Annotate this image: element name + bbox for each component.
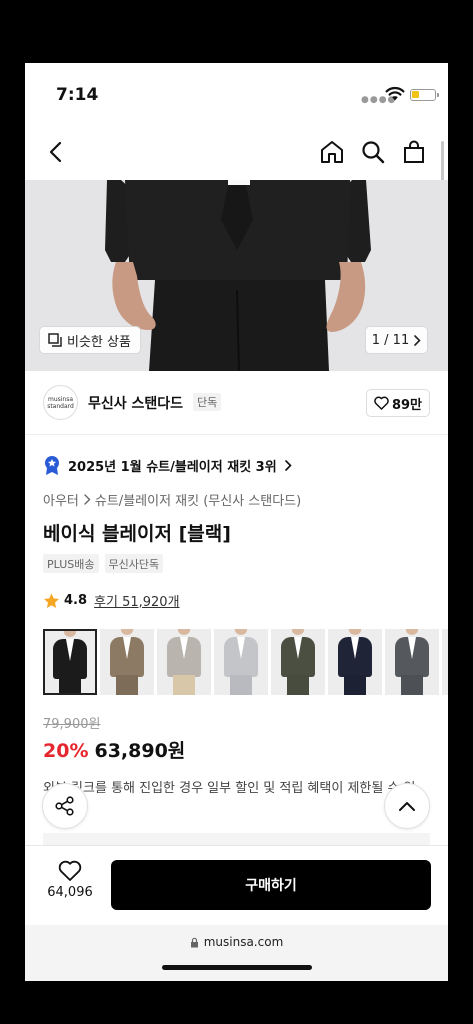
cart-button[interactable] (397, 135, 431, 169)
chevron-right-icon (84, 493, 91, 505)
share-button[interactable] (42, 783, 88, 829)
brand-row: musinsa standard 무신사 스탠다드 단독 89만 (25, 371, 448, 435)
brand-logo[interactable]: musinsa standard (43, 385, 78, 420)
ranking-link[interactable]: 2025년 1월 슈트/블레이저 재킷 3위 (43, 453, 292, 477)
wish-count: 64,096 (47, 885, 93, 900)
search-button[interactable] (356, 135, 390, 169)
rating-value: 4.8 (64, 593, 88, 608)
tag-exclusive: 무신사단독 (104, 554, 164, 573)
similar-products-button[interactable]: 비슷한 상품 (39, 326, 141, 354)
tag-list: PLUS배송 무신사단독 (43, 554, 164, 573)
url-display[interactable]: musinsa.com (25, 935, 448, 949)
brand-name[interactable]: 무신사 스탠다드 (88, 393, 183, 413)
color-swatch-list (43, 629, 448, 695)
swatch-model (292, 629, 304, 635)
brand-like-count: 89만 (391, 397, 423, 413)
breadcrumb-level1[interactable]: 아우터 (43, 490, 79, 509)
swatch-pants (287, 675, 309, 695)
swatch-model (64, 631, 76, 637)
sale-price: 63,890원 (94, 740, 186, 762)
price-row: 20% 63,890원 (43, 736, 185, 763)
swatch-model (121, 629, 133, 635)
home-icon (321, 141, 343, 163)
color-swatch-gray[interactable] (442, 629, 448, 695)
chevron-right-icon (284, 459, 292, 471)
swatch-model (406, 629, 418, 635)
swatch-pants (401, 675, 423, 695)
chevron-left-icon (49, 141, 62, 163)
heart-icon (374, 396, 389, 410)
chevron-up-icon (399, 802, 415, 811)
swatch-model (235, 629, 247, 635)
color-swatch-beige[interactable] (100, 629, 154, 695)
share-icon (55, 796, 74, 816)
chevron-right-icon (414, 334, 421, 346)
shopping-bag-icon (404, 140, 424, 163)
image-counter[interactable]: 1 / 11 (365, 326, 428, 354)
swatch-pants (173, 675, 195, 695)
rank-medal-icon (45, 456, 59, 475)
brand-logo-text-2: standard (47, 402, 74, 410)
lock-icon (190, 937, 198, 947)
status-bar: 7:14 ●●●● (25, 63, 448, 125)
image-counter-text: 1 / 11 (371, 332, 410, 348)
nav-bar (25, 125, 448, 180)
product-image[interactable]: 비슷한 상품 1 / 11 (25, 180, 448, 371)
swatch-model (178, 629, 190, 635)
swatch-pants (230, 675, 252, 695)
browser-url-bar: musinsa.com (25, 925, 448, 981)
original-price: 79,900원 (43, 717, 101, 732)
discount-notice: 외부 링크를 통해 진입한 경우 일부 할인 및 적립 혜택이 제한될 수 있 (43, 781, 416, 796)
breadcrumb: 아우터 슈트/블레이저 재킷 (무신사 스탠다드) (43, 489, 301, 509)
wish-button[interactable]: 64,096 (39, 860, 101, 912)
swatch-pants (59, 677, 81, 693)
exclusive-badge: 단독 (193, 393, 222, 411)
color-swatch-olive[interactable] (271, 629, 325, 695)
swatch-pants (116, 675, 138, 695)
rating-row: 4.8 후기 51,920개 (43, 591, 180, 610)
tag-plus-delivery: PLUS배송 (43, 554, 99, 573)
brand-logo-text-1: musinsa (47, 395, 74, 403)
similar-items-icon (48, 333, 62, 347)
search-icon (362, 141, 385, 164)
heart-icon (58, 860, 82, 881)
breadcrumb-level2[interactable]: 슈트/블레이저 재킷 (무신사 스탠다드) (95, 490, 301, 509)
buy-button[interactable]: 구매하기 (111, 860, 431, 910)
home-button[interactable] (315, 135, 349, 169)
similar-products-label: 비슷한 상품 (67, 334, 131, 350)
home-indicator (162, 965, 312, 970)
color-swatch-pale-gray[interactable] (214, 629, 268, 695)
brand-like-button[interactable]: 89만 (366, 389, 430, 417)
product-title: 베이식 블레이저 [블랙] (43, 523, 231, 545)
color-swatch-navy[interactable] (328, 629, 382, 695)
swatch-pants (344, 675, 366, 695)
review-link[interactable]: 후기 51,920개 (94, 591, 180, 610)
scroll-to-top-button[interactable] (384, 783, 430, 829)
color-swatch-light-gray[interactable] (157, 629, 211, 695)
star-icon (44, 593, 59, 608)
wifi-icon (385, 86, 405, 101)
ranking-text: 2025년 1월 슈트/블레이저 재킷 3위 (68, 459, 277, 475)
purchase-bar: 64,096 구매하기 (25, 845, 448, 925)
back-button[interactable] (39, 135, 73, 169)
color-swatch-charcoal[interactable] (385, 629, 439, 695)
url-text: musinsa.com (203, 935, 284, 949)
color-swatch-black[interactable] (43, 629, 97, 695)
screen: 7:14 ●●●● 비슷한 상품 1 / 11 musinsa standard… (25, 63, 448, 981)
battery-icon (410, 89, 439, 101)
discount-rate: 20% (43, 740, 89, 762)
section-divider (43, 833, 430, 845)
swatch-model (349, 629, 361, 635)
status-time: 7:14 (56, 85, 99, 105)
